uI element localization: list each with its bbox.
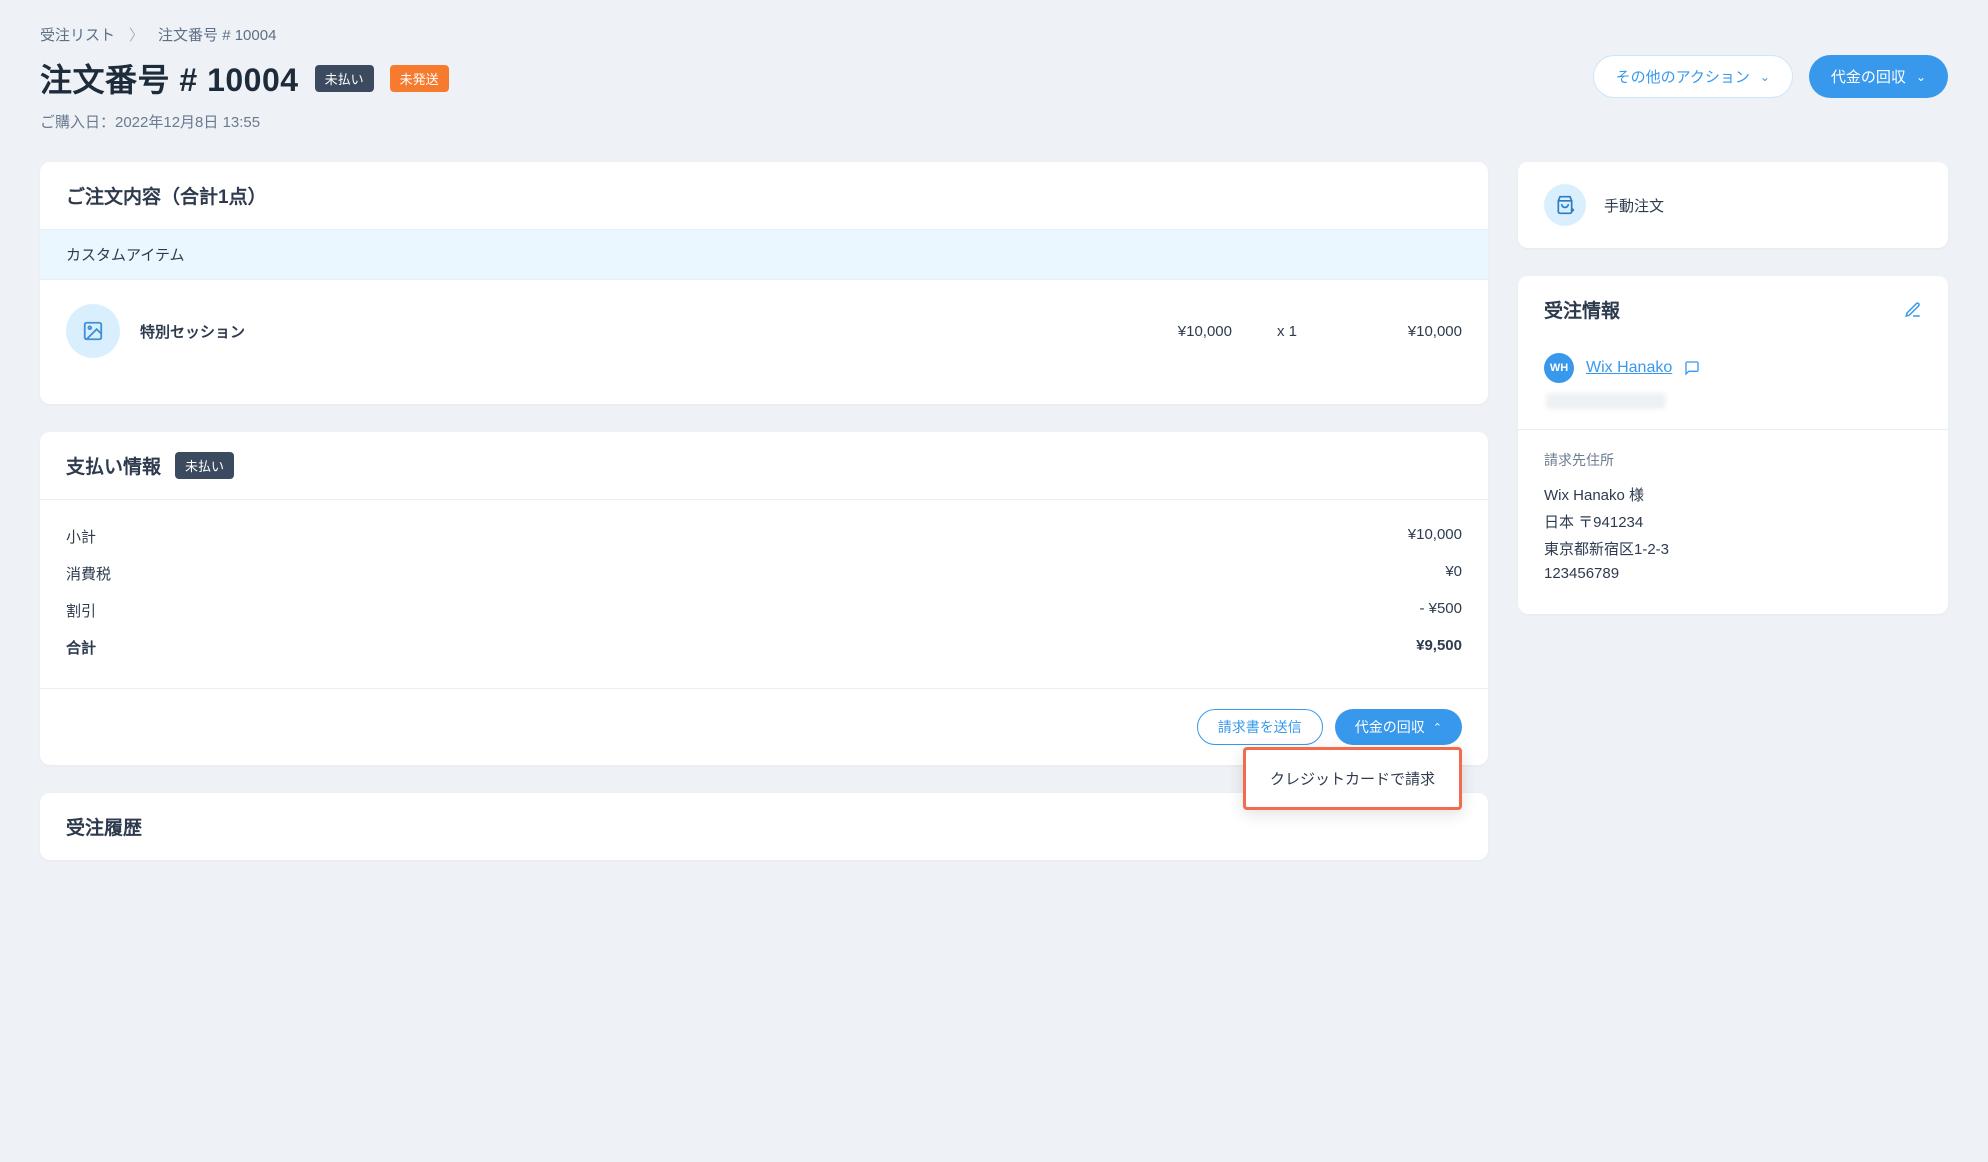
redacted-email [1546, 393, 1666, 409]
order-item-row: 特別セッション ¥10,000 x 1 ¥10,000 [40, 280, 1488, 404]
breadcrumb-current: 注文番号 # 10004 [158, 24, 276, 45]
order-contents-title: ご注文内容（合計1点） [40, 162, 1488, 230]
item-qty: x 1 [1252, 323, 1322, 340]
billing-name: Wix Hanako 様 [1544, 484, 1922, 505]
payment-info-title: 支払い情報 [66, 452, 161, 479]
order-info-title: 受注情報 [1544, 296, 1620, 323]
payment-info-card: 支払い情報 未払い 小計 ¥10,000 消費税 ¥0 割引 - ¥500 [40, 432, 1488, 765]
chevron-right-icon: 〉 [129, 24, 144, 45]
tax-value: ¥0 [1445, 563, 1462, 584]
image-icon [82, 320, 104, 342]
order-contents-card: ご注文内容（合計1点） カスタムアイテム 特別セッション ¥10,000 x 1… [40, 162, 1488, 404]
tax-row: 消費税 ¥0 [66, 555, 1462, 592]
billing-street: 東京都新宿区1-2-3 [1544, 538, 1922, 559]
charge-credit-card-option[interactable]: クレジットカードで請求 [1246, 750, 1459, 807]
tax-label: 消費税 [66, 563, 111, 584]
send-invoice-button[interactable]: 請求書を送信 [1197, 709, 1323, 745]
collect-payment-label: 代金の回収 [1831, 66, 1906, 87]
subtotal-label: 小計 [66, 526, 96, 547]
customer-avatar: WH [1544, 353, 1574, 383]
chat-icon[interactable] [1684, 360, 1700, 376]
collect-payment-dropdown-menu: クレジットカードで請求 [1243, 747, 1462, 810]
payment-status-badge-inline: 未払い [175, 452, 234, 479]
custom-item-header: カスタムアイテム [40, 230, 1488, 280]
more-actions-label: その他のアクション [1616, 66, 1750, 87]
discount-row: 割引 - ¥500 [66, 592, 1462, 629]
discount-value: - ¥500 [1419, 600, 1462, 621]
breadcrumb-root-link[interactable]: 受注リスト [40, 24, 115, 45]
billing-country: 日本 〒941234 [1544, 511, 1922, 532]
total-value: ¥9,500 [1416, 637, 1462, 658]
payment-status-badge: 未払い [315, 65, 374, 92]
collect-payment-dropdown-button[interactable]: 代金の回収 ⌃ [1335, 709, 1462, 745]
item-name: 特別セッション [140, 321, 1092, 342]
edit-icon[interactable] [1904, 301, 1922, 319]
page-title: 注文番号 # 10004 [40, 55, 299, 101]
billing-address-label: 請求先住所 [1544, 450, 1922, 470]
chevron-down-icon: ⌄ [1916, 70, 1926, 84]
subtotal-row: 小計 ¥10,000 [66, 518, 1462, 555]
total-label: 合計 [66, 637, 96, 658]
manual-order-icon-circle [1544, 184, 1586, 226]
chevron-up-icon: ⌃ [1433, 721, 1442, 734]
item-line-total: ¥10,000 [1342, 323, 1462, 340]
manual-order-card: 手動注文 [1518, 162, 1948, 248]
purchase-date: ご購入日：2022年12月8日 13:55 [40, 111, 449, 132]
collect-payment-dropdown-label: 代金の回収 [1355, 717, 1425, 737]
chevron-down-icon: ⌄ [1760, 70, 1770, 84]
billing-phone: 123456789 [1544, 565, 1922, 582]
breadcrumb: 受注リスト 〉 注文番号 # 10004 [40, 24, 1948, 45]
more-actions-button[interactable]: その他のアクション ⌄ [1593, 55, 1793, 98]
subtotal-value: ¥10,000 [1408, 526, 1462, 547]
customer-name-link[interactable]: Wix Hanako [1586, 359, 1672, 377]
item-image-placeholder [66, 304, 120, 358]
bag-plus-icon [1555, 195, 1575, 215]
shipping-status-badge: 未発送 [390, 65, 449, 92]
total-row: 合計 ¥9,500 [66, 629, 1462, 666]
item-unit-price: ¥10,000 [1112, 323, 1232, 340]
discount-label: 割引 [66, 600, 96, 621]
collect-payment-button[interactable]: 代金の回収 ⌄ [1809, 55, 1948, 98]
order-info-card: 受注情報 WH Wix Hanako [1518, 276, 1948, 614]
manual-order-label: 手動注文 [1604, 195, 1664, 216]
